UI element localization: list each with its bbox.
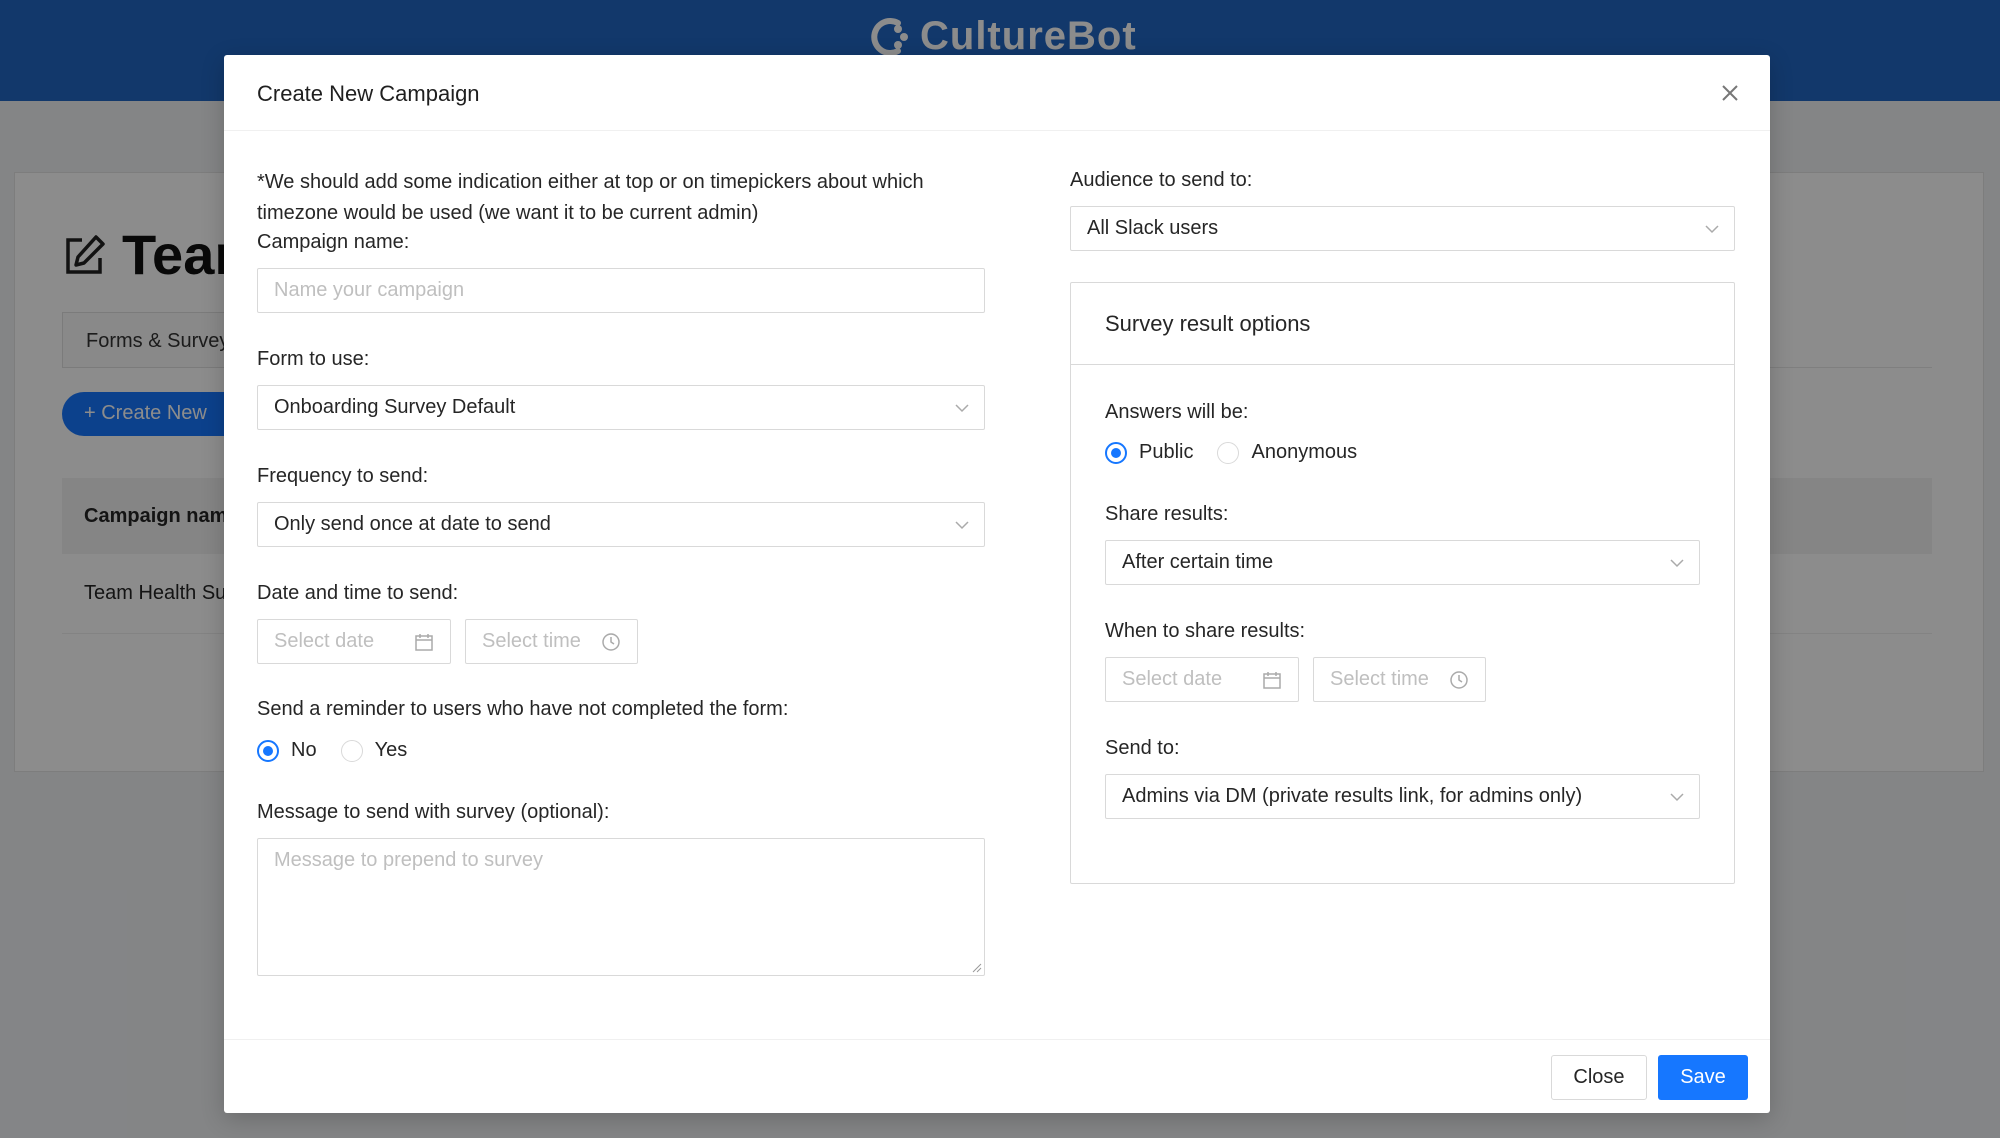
send-to-select[interactable]: Admins via DM (private results link, for… <box>1105 774 1700 819</box>
answers-option-public[interactable]: Public <box>1105 441 1193 464</box>
share-results-value: After certain time <box>1122 551 1274 573</box>
resize-handle-icon[interactable] <box>970 961 982 973</box>
close-icon <box>1722 85 1738 101</box>
answers-option-anonymous[interactable]: Anonymous <box>1217 441 1357 464</box>
timezone-note: *We should add some indication either at… <box>257 171 924 224</box>
reminder-option-no[interactable]: No <box>257 739 317 762</box>
campaign-name-label: Campaign name: <box>257 231 410 253</box>
send-to-value: Admins via DM (private results link, for… <box>1122 785 1583 807</box>
reminder-radio-group: No Yes <box>257 739 431 762</box>
share-time-placeholder: Select time <box>1330 668 1429 690</box>
close-button[interactable]: Close <box>1551 1055 1647 1100</box>
share-date-picker[interactable]: Select date <box>1105 657 1299 702</box>
calendar-icon <box>415 634 433 651</box>
create-campaign-modal: Create New Campaign *We should add some … <box>224 55 1770 1113</box>
frequency-label: Frequency to send: <box>257 465 429 487</box>
radio-checked[interactable] <box>257 739 279 762</box>
modal-header: Create New Campaign <box>224 55 1770 131</box>
panel-header: Survey result options <box>1071 283 1734 365</box>
chevron-down-icon <box>1670 793 1684 802</box>
message-label: Message to send with survey (optional): <box>257 801 610 823</box>
modal-close-button[interactable] <box>1714 77 1746 109</box>
send-date-picker[interactable]: Select date <box>257 619 451 664</box>
date-time-label: Date and time to send: <box>257 582 459 604</box>
share-time-picker[interactable]: Select time <box>1313 657 1486 702</box>
share-results-select[interactable]: After certain time <box>1105 540 1700 585</box>
campaign-name-input[interactable]: Name your campaign <box>257 268 985 313</box>
chevron-down-icon <box>1670 559 1684 568</box>
audience-select[interactable]: All Slack users <box>1070 206 1735 251</box>
when-share-label: When to share results: <box>1105 620 1306 642</box>
send-time-placeholder: Select time <box>482 630 581 652</box>
message-textarea[interactable]: Message to prepend to survey <box>257 838 985 976</box>
save-button[interactable]: Save <box>1658 1055 1748 1100</box>
send-time-picker[interactable]: Select time <box>465 619 638 664</box>
audience-select-value: All Slack users <box>1087 217 1219 239</box>
radio-unchecked[interactable] <box>340 739 363 762</box>
clock-icon <box>602 633 620 651</box>
frequency-select[interactable]: Only send once at date to send <box>257 502 985 547</box>
clock-icon <box>1450 671 1468 689</box>
radio-checked[interactable] <box>1105 441 1127 464</box>
form-label: Form to use: <box>257 348 370 370</box>
send-date-placeholder: Select date <box>274 630 375 652</box>
form-select[interactable]: Onboarding Survey Default <box>257 385 985 430</box>
frequency-select-value: Only send once at date to send <box>274 513 551 535</box>
send-to-label: Send to: <box>1105 737 1180 759</box>
survey-result-options-panel: Survey result options Answers will be: P… <box>1070 282 1735 884</box>
form-select-value: Onboarding Survey Default <box>274 396 516 418</box>
share-results-label: Share results: <box>1105 503 1229 525</box>
message-placeholder: Message to prepend to survey <box>274 849 544 871</box>
chevron-down-icon <box>1705 225 1719 234</box>
chevron-down-icon <box>955 521 969 530</box>
answers-radio-group: Public Anonymous <box>1105 441 1381 464</box>
panel-title: Survey result options <box>1105 311 1311 336</box>
modal-footer: Close Save <box>224 1039 1770 1113</box>
reminder-option-yes[interactable]: Yes <box>340 739 407 762</box>
radio-unchecked[interactable] <box>1217 441 1240 464</box>
share-date-placeholder: Select date <box>1122 668 1223 690</box>
calendar-icon <box>1263 672 1281 689</box>
answers-label: Answers will be: <box>1105 401 1249 423</box>
reminder-label: Send a reminder to users who have not co… <box>257 698 789 720</box>
modal-title: Create New Campaign <box>257 81 480 106</box>
audience-label: Audience to send to: <box>1070 169 1253 191</box>
chevron-down-icon <box>955 404 969 413</box>
